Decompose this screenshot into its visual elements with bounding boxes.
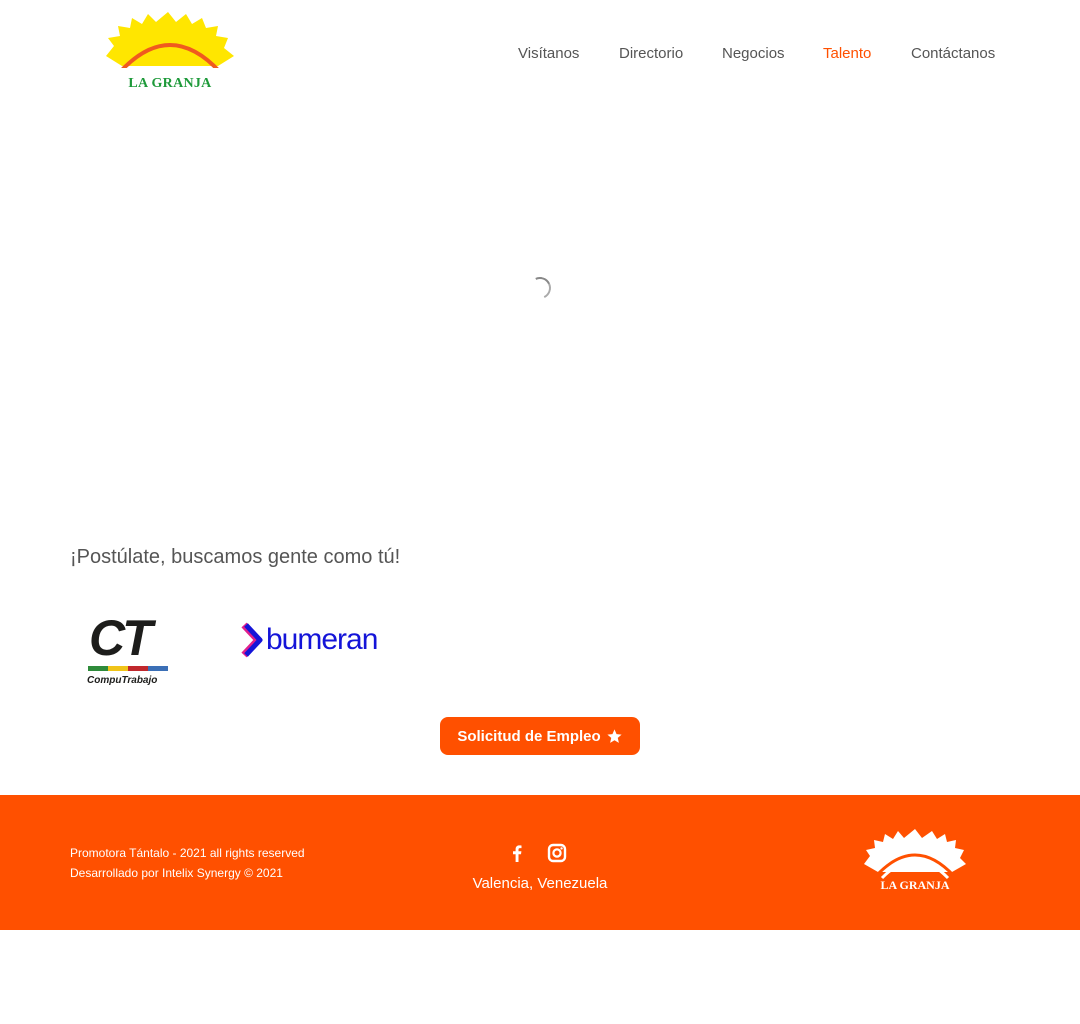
nav-contactanos[interactable]: Contáctanos	[911, 45, 995, 65]
computrabajo-logo[interactable]: CT CompuTrabajo	[84, 610, 176, 690]
bumeran-chevron-icon	[241, 622, 263, 658]
solicitud-de-empleo-button[interactable]: Solicitud de Empleo	[440, 717, 640, 755]
loading-spinner-icon	[525, 273, 555, 303]
page-headline: ¡Postúlate, buscamos gente como tú!	[70, 546, 401, 568]
ct-stripe-yellow	[108, 666, 128, 671]
apply-button-label: Solicitud de Empleo	[457, 727, 601, 745]
nav-talento[interactable]: Talento	[823, 45, 871, 65]
facebook-icon[interactable]	[507, 843, 527, 863]
computrabajo-mark: CT	[89, 610, 153, 666]
copyright-text: Promotora Tántalo - 2021 all rights rese…	[70, 846, 305, 860]
ct-stripe-green	[88, 666, 108, 671]
site-footer: Promotora Tántalo - 2021 all rights rese…	[0, 795, 1080, 930]
footer-sun-logo-icon	[864, 829, 966, 880]
nav-negocios[interactable]: Negocios	[722, 45, 785, 65]
footer-logo-text: LA GRANJA	[880, 878, 950, 892]
bumeran-name: bumeran	[266, 623, 378, 656]
instagram-icon[interactable]	[547, 843, 567, 863]
nav-visitanos[interactable]: Visítanos	[518, 45, 579, 65]
star-icon	[607, 728, 622, 743]
nav-directorio[interactable]: Directorio	[619, 45, 683, 65]
footer-location: Valencia, Venezuela	[472, 875, 608, 892]
footer-la-granja-logo[interactable]: LA GRANJA	[860, 828, 970, 898]
computrabajo-name: CompuTrabajo	[87, 675, 158, 686]
developer-credit: Desarrollado por Intelix Synergy © 2021	[70, 866, 283, 880]
sun-logo-icon	[100, 12, 240, 80]
la-granja-logo[interactable]: LA GRANJA	[100, 10, 240, 100]
logo-text: LA GRANJA	[128, 76, 212, 91]
ct-stripe-blue	[148, 666, 168, 671]
footer-credits: Promotora Tántalo - 2021 all rights rese…	[70, 843, 305, 883]
bumeran-logo[interactable]: bumeran	[240, 622, 390, 658]
ct-stripe-red	[128, 666, 148, 671]
site-header: LA GRANJA Visítanos Directorio Negocios …	[0, 0, 1080, 110]
